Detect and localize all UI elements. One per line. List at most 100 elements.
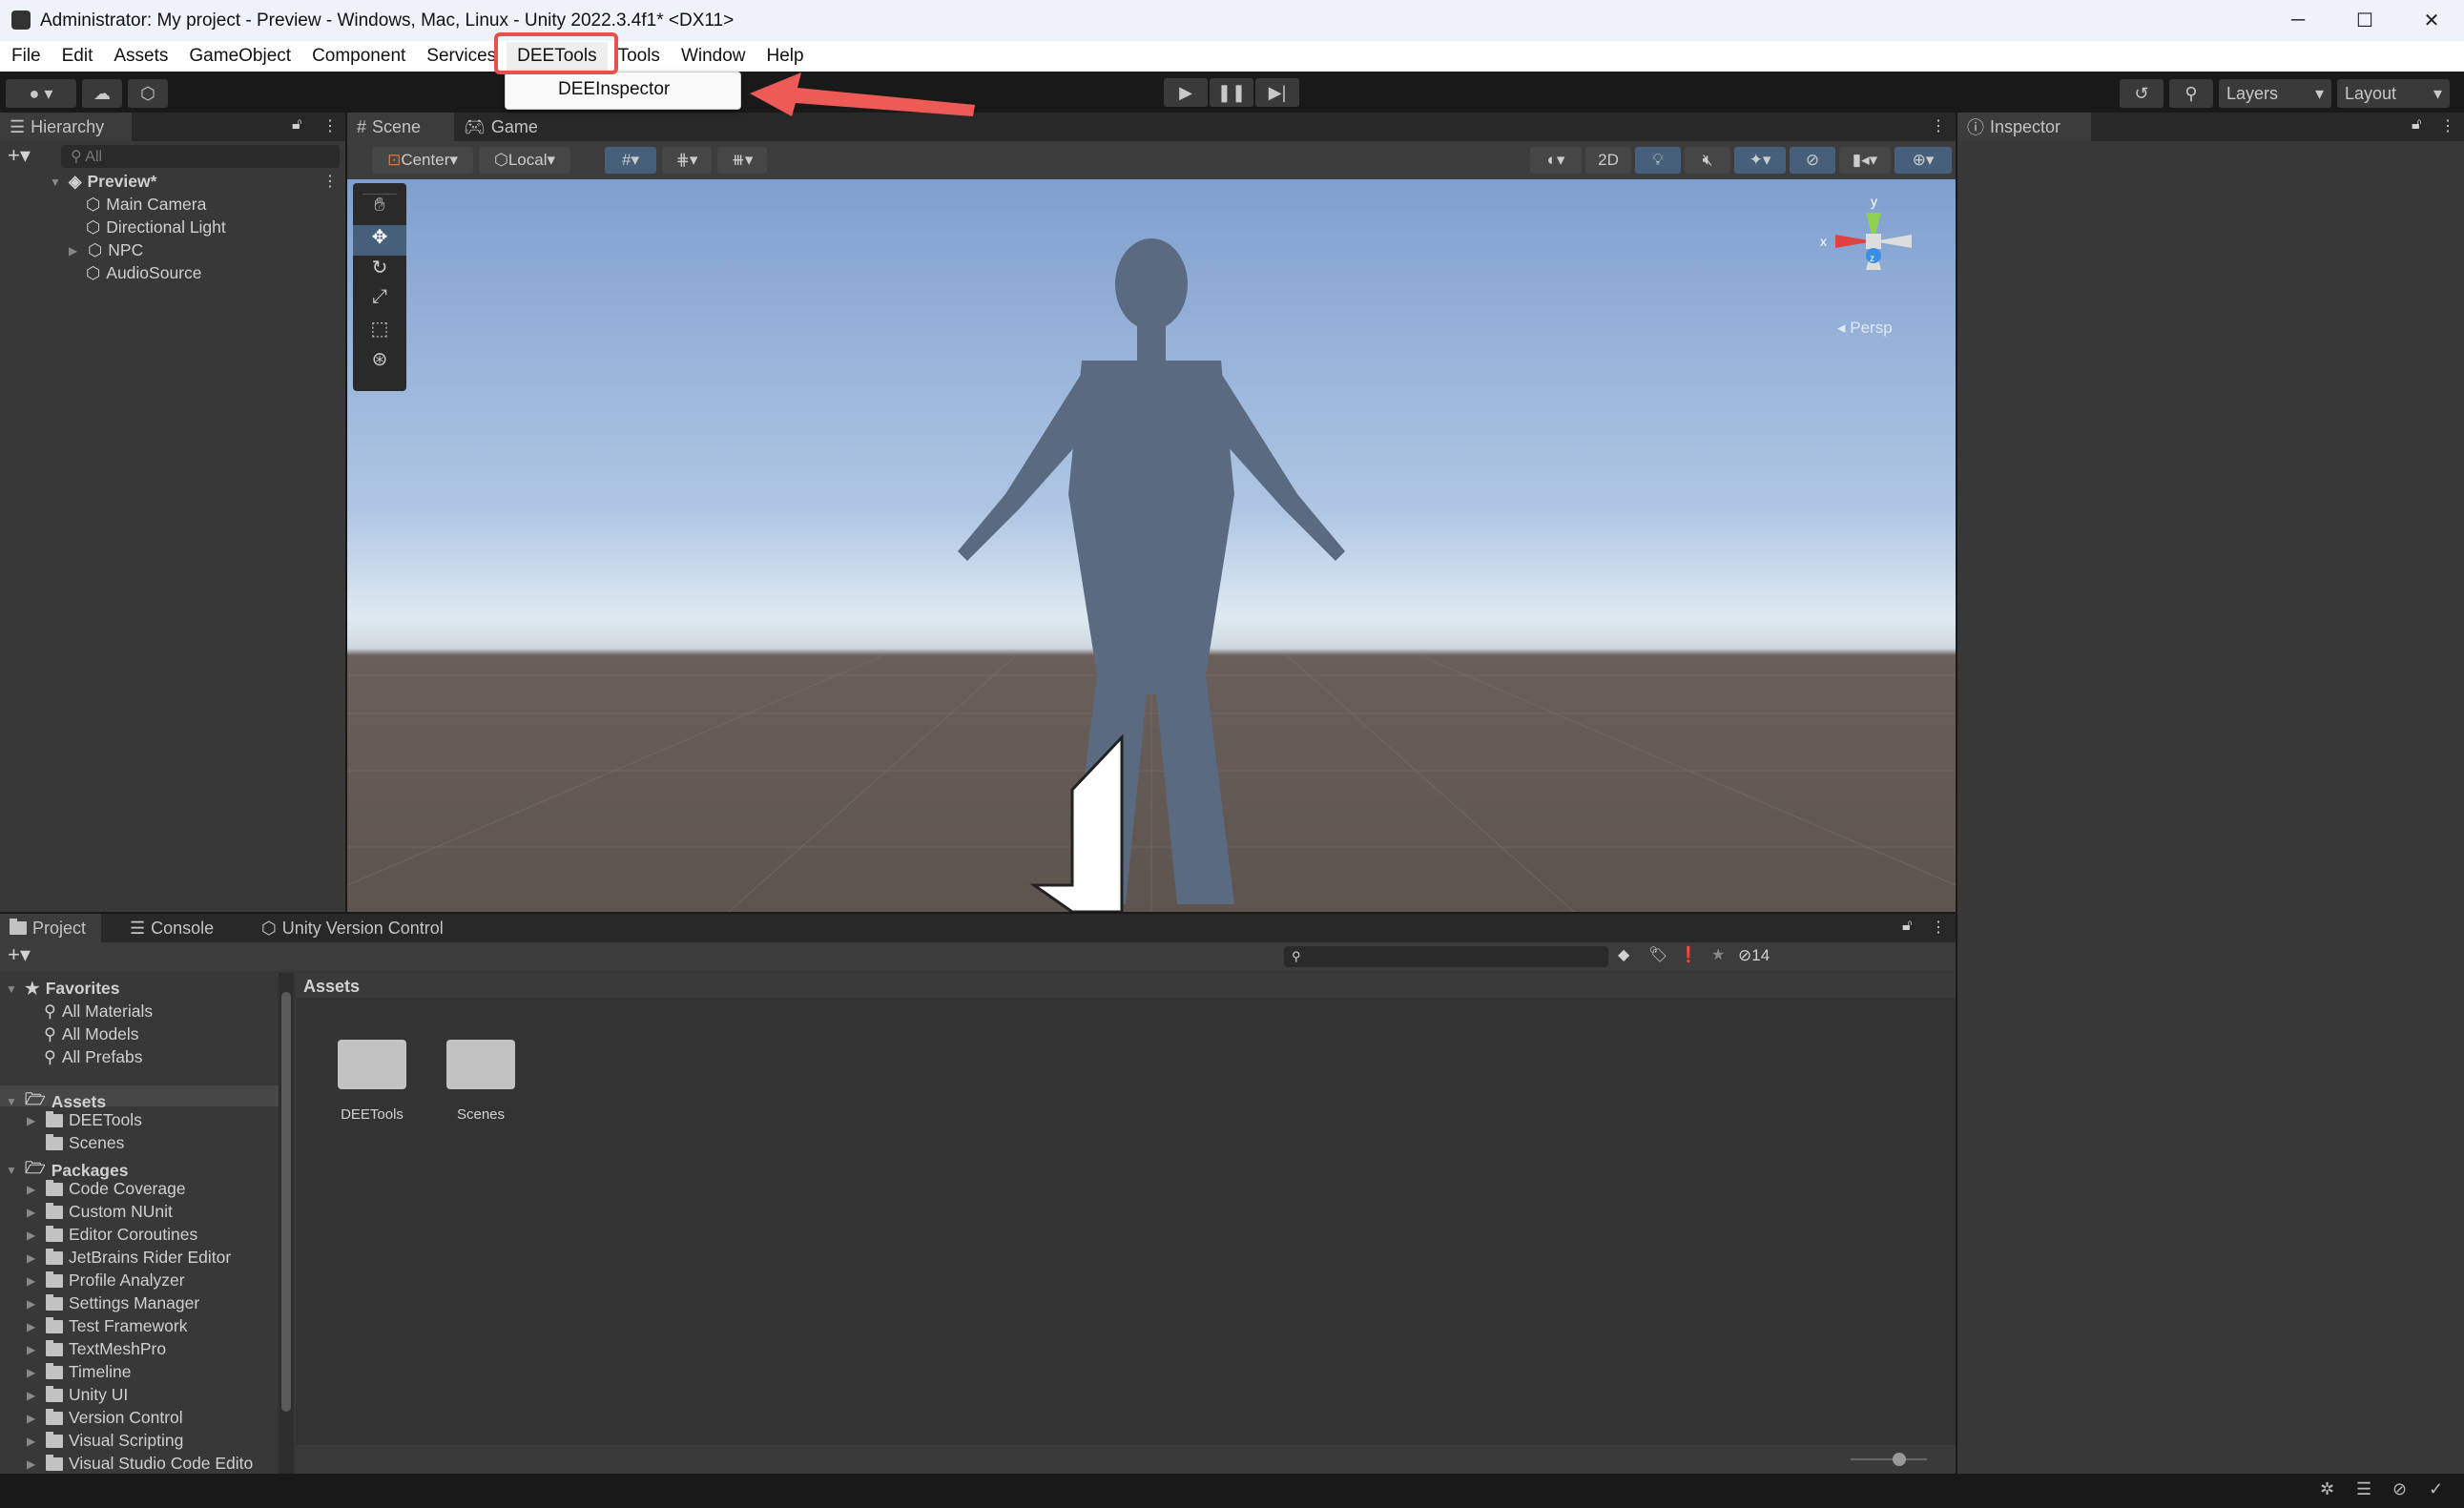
search-by-label-icon[interactable]: 🏷︎ [1648,945,1667,964]
increment-snap-button[interactable]: ⋕▾ [662,147,712,174]
package-folder[interactable]: ▶ Settings Manager [27,1293,199,1313]
project-search-input[interactable]: ⚲ [1284,946,1608,967]
account-button[interactable]: ● ▾ [6,79,76,108]
version-control-icon[interactable]: ⬡ [128,79,168,108]
lock-icon[interactable]: 🔓︎ [292,116,301,134]
expand-arrow-icon[interactable]: ▶ [27,1343,40,1356]
expand-arrow-icon[interactable]: ▶ [27,1297,40,1311]
camera-dropdown[interactable]: ▮◂▾ [1839,147,1891,174]
cloud-icon[interactable]: ☁ [82,79,122,108]
space-dropdown[interactable]: ⬡ Local ▾ [479,147,570,174]
favorites-header[interactable]: ▼ ★ Favorites [6,979,120,999]
grid-visibility-button[interactable]: ⧻▾ [717,147,767,174]
cache-icon[interactable]: ☰ [2356,1479,2371,1499]
tab-inspector[interactable]: ⓘ Inspector [1957,113,2091,141]
package-folder[interactable]: ▶ Code Coverage [27,1179,186,1199]
hand-tool-icon[interactable]: ✋︎ [353,195,406,225]
hierarchy-search-input[interactable]: ⚲ All [61,145,340,168]
close-button[interactable]: ✕ [2398,0,2464,41]
persp-label[interactable]: ◂ Persp [1837,319,1893,338]
tab-hierarchy[interactable]: ☰ Hierarchy [0,113,132,141]
debug-icon[interactable]: ✲ [2320,1479,2334,1499]
menu-services[interactable]: Services [416,46,507,67]
favorite-star-icon[interactable]: ★ [1711,945,1725,964]
expand-arrow-icon[interactable]: ▶ [69,244,82,258]
hidden-packages-toggle[interactable]: ⊘14 [1738,946,1770,965]
grid-snap-button[interactable]: #▾ [605,147,656,174]
gizmos-dropdown[interactable]: ⊕▾ [1895,147,1952,174]
favorite-item[interactable]: ⚲ All Materials [44,1002,153,1022]
expand-arrow-icon[interactable]: ▶ [27,1229,40,1242]
create-button[interactable]: +▾ [8,942,31,967]
effects-dropdown[interactable]: ✦▾ [1734,147,1786,174]
maximize-button[interactable]: ☐ [2331,0,2398,41]
tab-game[interactable]: 🎮︎ Game [454,113,548,141]
menu-file[interactable]: File [0,46,52,67]
audio-mute-icon[interactable]: 🔇︎ [1685,147,1730,174]
asset-folder[interactable]: Scenes [46,1133,124,1153]
lock-icon[interactable]: 🔓︎ [1902,918,1912,935]
add-button[interactable]: +▾ [8,143,31,168]
undo-history-icon[interactable]: ↺ [2120,79,2164,108]
expand-arrow-icon[interactable]: ▶ [27,1389,40,1402]
package-folder[interactable]: ▶ TextMeshPro [27,1339,166,1359]
package-folder[interactable]: ▶ Visual Studio Code Edito [27,1454,253,1474]
hidden-objects-icon[interactable]: ⊘ [1790,147,1835,174]
expand-arrow-icon[interactable]: ▶ [27,1366,40,1379]
minimize-button[interactable]: ─ [2265,0,2331,41]
package-folder[interactable]: ▶ Editor Coroutines [27,1225,197,1245]
expand-arrow-icon[interactable]: ▶ [27,1457,40,1471]
pause-button[interactable]: ❚❚ [1210,78,1253,107]
package-folder[interactable]: ▶ Timeline [27,1362,131,1382]
hierarchy-item[interactable]: ⬡ Main Camera [86,195,206,215]
menu-assets[interactable]: Assets [103,46,178,67]
tab-scene[interactable]: # Scene [347,113,454,141]
2d-toggle[interactable]: 2D [1585,147,1631,174]
package-folder[interactable]: ▶ Version Control [27,1408,183,1428]
breadcrumb[interactable]: Assets [296,973,1956,998]
more-icon[interactable]: ⋮ [1931,116,1946,135]
favorite-item[interactable]: ⚲ All Prefabs [44,1047,142,1067]
layout-dropdown[interactable]: Layout ▾ [2337,79,2450,108]
warning-filter-icon[interactable]: ❗ [1679,945,1698,964]
package-folder[interactable]: ▶ Unity UI [27,1385,128,1405]
hierarchy-item[interactable]: ⬡ AudioSource [86,263,202,283]
icon-size-slider[interactable] [1851,1453,1927,1466]
menu-edit[interactable]: Edit [52,46,104,67]
scene-root[interactable]: ▼ ◈ Preview* [50,172,156,192]
lock-icon[interactable]: 🔓︎ [2412,116,2421,134]
menu-window[interactable]: Window [671,46,756,67]
package-folder[interactable]: ▶ Test Framework [27,1316,187,1336]
network-icon[interactable]: ⊘ [2392,1479,2407,1499]
expand-arrow-icon[interactable]: ▶ [27,1435,40,1448]
more-icon[interactable]: ⋮ [1931,918,1946,937]
step-button[interactable]: ▶| [1255,78,1299,107]
move-tool-icon[interactable]: ✥ [353,225,406,256]
hierarchy-item[interactable]: ⬡ Directional Light [86,217,226,238]
tree-scrollbar[interactable] [279,973,294,1474]
transform-tool-icon[interactable]: ⊛ [353,347,406,378]
rect-tool-icon[interactable]: ⬚ [353,317,406,347]
package-folder[interactable]: ▶ Profile Analyzer [27,1270,185,1291]
asset-folder[interactable]: ▶ DEETools [27,1110,142,1130]
layers-dropdown[interactable]: Layers ▾ [2219,79,2331,108]
rotate-tool-icon[interactable]: ↻ [353,256,406,286]
expand-arrow-icon[interactable]: ▶ [27,1206,40,1219]
expand-arrow-icon[interactable]: ▶ [27,1274,40,1288]
package-folder[interactable]: ▶ JetBrains Rider Editor [27,1248,231,1268]
package-folder[interactable]: ▶ Visual Scripting [27,1431,183,1451]
scene-viewport[interactable]: ✋︎ ✥ ↻ ⤢ ⬚ ⊛ y x z ◂ Persp [347,179,1956,912]
menu-help[interactable]: Help [756,46,815,67]
scale-tool-icon[interactable]: ⤢ [353,286,406,317]
lighting-toggle-icon[interactable]: 💡︎ [1635,147,1681,174]
expand-arrow-icon[interactable]: ▶ [27,1320,40,1333]
search-icon[interactable]: ⚲ [2169,79,2213,108]
menu-gameobject[interactable]: GameObject [178,46,301,67]
asset-grid-item[interactable]: Scenes [433,1030,528,1123]
pivot-dropdown[interactable]: ⊡ Center ▾ [372,147,473,174]
search-by-type-icon[interactable]: ◆ [1618,945,1629,964]
orientation-gizmo[interactable]: y x z [1816,189,1931,294]
menu-component[interactable]: Component [301,46,416,67]
hierarchy-item[interactable]: ▶ ⬡ NPC [69,240,143,260]
scene-more-icon[interactable]: ⋮ [322,172,338,191]
